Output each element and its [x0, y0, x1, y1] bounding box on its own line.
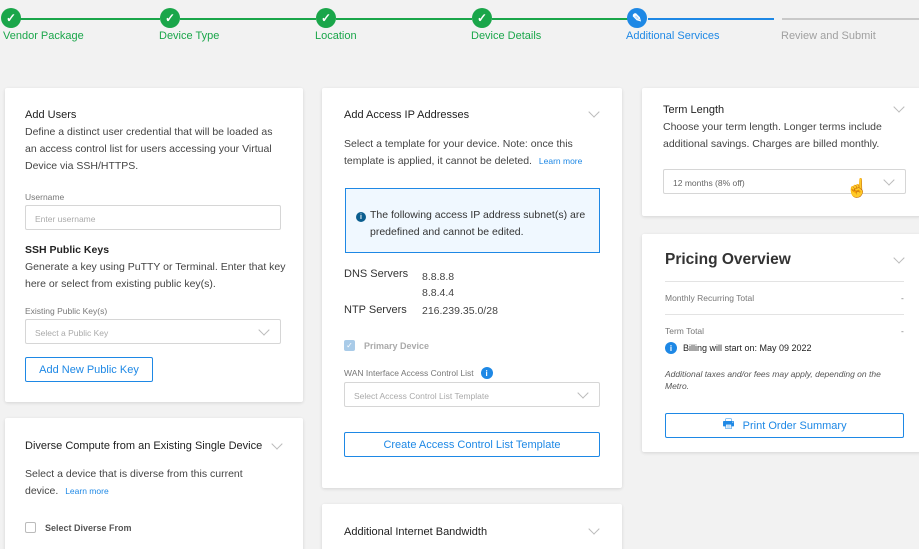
divider [665, 314, 904, 315]
wan-acl-label: WAN Interface Access Control List [344, 368, 474, 378]
step-connector [20, 18, 160, 20]
chevron-down-icon[interactable] [893, 252, 905, 264]
primary-device-label: Primary Device [364, 340, 430, 351]
step-label-vendor-package[interactable]: Vendor Package [3, 30, 84, 42]
add-users-title: Add Users [25, 109, 77, 121]
ntp-server-value: 216.239.35.0/28 [422, 305, 498, 317]
progress-stepper: ✓ ✓ ✓ ✓ ✎ Vendor Package Device Type Loc… [0, 0, 919, 52]
step-connector [336, 18, 472, 20]
access-ip-title: Add Access IP Addresses [344, 109, 470, 121]
billing-start-text: Billing will start on: May 09 2022 [683, 343, 812, 353]
primary-device-checkbox-row[interactable]: ✓ Primary Device [344, 340, 429, 351]
diverse-compute-card: Diverse Compute from an Existing Single … [5, 418, 303, 549]
add-public-key-button[interactable]: Add New Public Key [25, 357, 153, 382]
step-connector [782, 18, 919, 20]
term-length-card: Term Length Choose your term length. Lon… [642, 88, 919, 216]
term-length-value: 12 months (8% off) [673, 178, 745, 188]
notice-text: The following access IP address subnet(s… [370, 209, 586, 238]
printer-icon: 🖶 [722, 415, 735, 431]
divider [665, 281, 904, 282]
step-label-additional-services[interactable]: Additional Services [626, 30, 720, 42]
step-complete-check-icon: ✓ [1, 8, 21, 28]
monthly-total-value: - [901, 293, 904, 303]
diverse-learn-more-link[interactable]: Learn more [65, 486, 108, 496]
access-ip-learn-more-link[interactable]: Learn more [539, 156, 582, 166]
step-connector [492, 18, 628, 20]
pricing-overview-card: Pricing Overview Monthly Recurring Total… [642, 234, 919, 452]
chevron-down-icon[interactable] [588, 106, 600, 118]
public-key-placeholder: Select a Public Key [35, 328, 109, 338]
public-key-select[interactable]: Select a Public Key [25, 319, 281, 344]
step-label-location[interactable]: Location [315, 30, 357, 42]
term-total-label: Term Total [665, 326, 705, 336]
access-ip-description: Select a template for your device. Note:… [344, 136, 606, 170]
username-placeholder: Enter username [35, 214, 96, 224]
print-order-summary-button[interactable]: 🖶 Print Order Summary [665, 413, 904, 438]
chevron-down-icon[interactable] [893, 101, 905, 113]
select-diverse-checkbox-row[interactable]: Select Diverse From [25, 522, 132, 533]
add-users-card: Add Users Define a distinct user credent… [5, 88, 303, 402]
wan-acl-label-row: WAN Interface Access Control List i [344, 367, 493, 379]
info-icon[interactable]: i [480, 367, 493, 379]
access-ip-card: Add Access IP Addresses Select a templat… [322, 88, 622, 488]
notice-text-row: i The following access IP address subnet… [356, 207, 589, 241]
bandwidth-title: Additional Internet Bandwidth [344, 526, 488, 538]
billing-start-row: i Billing will start on: May 09 2022 [665, 342, 812, 354]
bandwidth-card: Additional Internet Bandwidth [322, 504, 622, 549]
existing-key-label: Existing Public Key(s) [25, 306, 108, 316]
pricing-overview-title: Pricing Overview [665, 251, 791, 268]
diverse-compute-text: Select a device that is diverse from thi… [25, 468, 243, 497]
add-users-description: Define a distinct user credential that w… [25, 126, 273, 172]
step-label-device-type[interactable]: Device Type [159, 30, 219, 42]
step-label-device-details[interactable]: Device Details [471, 30, 541, 42]
ntp-servers-label: NTP Servers [344, 304, 407, 316]
step-label-review-submit: Review and Submit [781, 30, 876, 42]
dns-servers-label: DNS Servers [344, 268, 409, 280]
select-diverse-label: Select Diverse From [45, 522, 132, 533]
dns-server-2: 8.8.4.4 [422, 287, 455, 299]
term-length-description: Choose your term length. Longer terms in… [663, 121, 882, 150]
step-complete-check-icon: ✓ [160, 8, 180, 28]
taxes-note: Additional taxes and/or fees may apply, … [665, 369, 881, 391]
diverse-compute-title: Diverse Compute from an Existing Single … [25, 440, 263, 452]
step-active-pencil-icon: ✎ [627, 8, 647, 28]
dns-server-1: 8.8.8.8 [422, 271, 455, 283]
step-complete-check-icon: ✓ [472, 8, 492, 28]
wan-acl-select[interactable]: Select Access Control List Template [344, 382, 600, 407]
diverse-compute-description: Select a device that is diverse from thi… [25, 466, 265, 500]
chevron-down-icon [577, 387, 589, 399]
primary-device-checkbox[interactable]: ✓ [344, 340, 355, 351]
ssh-keys-description: Generate a key using PuTTY or Terminal. … [25, 261, 286, 290]
info-icon: i [356, 209, 370, 241]
predefined-subnets-notice: i The following access IP address subnet… [345, 188, 600, 253]
username-label: Username [25, 192, 65, 202]
term-total-value: - [901, 326, 904, 336]
username-input[interactable]: Enter username [25, 205, 281, 230]
monthly-total-label: Monthly Recurring Total [665, 293, 755, 303]
ssh-keys-title: SSH Public Keys [25, 244, 110, 256]
wan-acl-placeholder: Select Access Control List Template [354, 391, 489, 401]
term-length-title: Term Length [663, 104, 725, 116]
chevron-down-icon[interactable] [588, 523, 600, 535]
chevron-down-icon[interactable] [271, 438, 283, 450]
chevron-down-icon [258, 324, 270, 336]
select-diverse-checkbox[interactable] [25, 522, 36, 533]
chevron-down-icon [883, 174, 895, 186]
info-icon: i [665, 342, 677, 354]
hand-cursor-icon: ☝ [846, 178, 869, 198]
print-order-summary-label: Print Order Summary [742, 419, 847, 432]
step-connector [180, 18, 316, 20]
step-complete-check-icon: ✓ [316, 8, 336, 28]
step-connector [648, 18, 774, 20]
create-acl-template-button[interactable]: Create Access Control List Template [344, 432, 600, 457]
term-length-select[interactable]: 12 months (8% off) [663, 169, 906, 194]
